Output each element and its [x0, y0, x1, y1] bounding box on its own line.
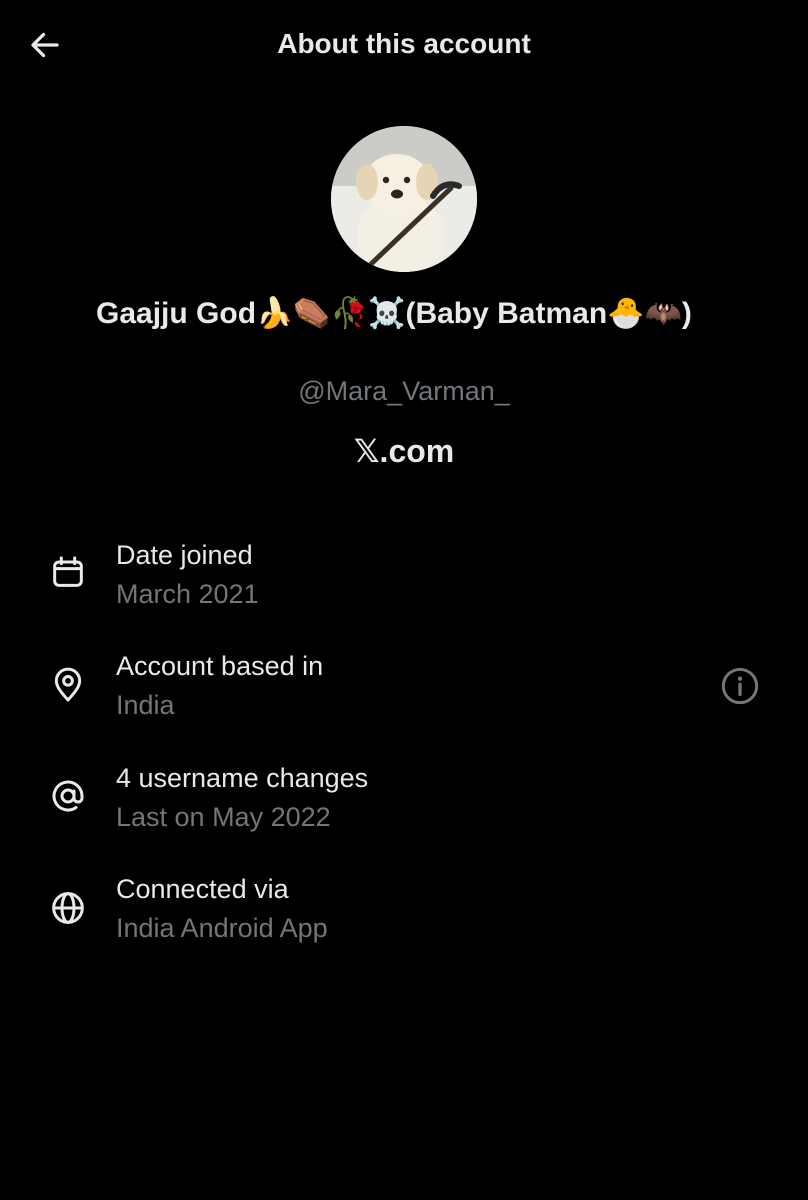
platform-label: 𝕏.com [353, 433, 455, 469]
detail-value: India [116, 690, 175, 720]
detail-label: Connected via [116, 874, 289, 904]
detail-date-joined: Date joined March 2021 [0, 538, 808, 638]
detail-value: India Android App [116, 913, 328, 943]
detail-value: March 2021 [116, 579, 259, 609]
location-pin-icon [46, 663, 90, 707]
display-name-emojis-2: 🐣🦇 [607, 297, 682, 330]
display-name: Gaajju God🍌⚰️🥀☠️(Baby Batman🐣🦇) [96, 294, 712, 334]
detail-label: Account based in [116, 651, 324, 681]
detail-connected-via: Connected via India Android App [0, 872, 808, 972]
dog-with-scythe-avatar [331, 126, 477, 272]
page-title: About this account [277, 28, 531, 59]
detail-account-based-in: Account based in India [0, 649, 808, 749]
detail-label: 4 username changes [116, 763, 369, 793]
info-icon [721, 667, 759, 705]
header: About this account [0, 0, 808, 92]
globe-icon [46, 886, 90, 930]
detail-label: Date joined [116, 540, 253, 570]
detail-username-changes: 4 username changes Last on May 2022 [0, 761, 808, 861]
display-name-emojis: 🍌⚰️🥀☠️ [256, 297, 406, 330]
detail-value: Last on May 2022 [116, 802, 331, 832]
at-sign-icon [46, 774, 90, 818]
avatar[interactable] [331, 126, 477, 272]
display-name-close: ) [681, 297, 692, 330]
username-handle: @Mara_Varman_ [298, 376, 510, 406]
calendar-icon [46, 550, 90, 594]
display-name-paren-text: (Baby Batman [405, 297, 608, 330]
display-name-text: Gaajju God [96, 297, 257, 330]
info-button[interactable] [719, 665, 761, 707]
